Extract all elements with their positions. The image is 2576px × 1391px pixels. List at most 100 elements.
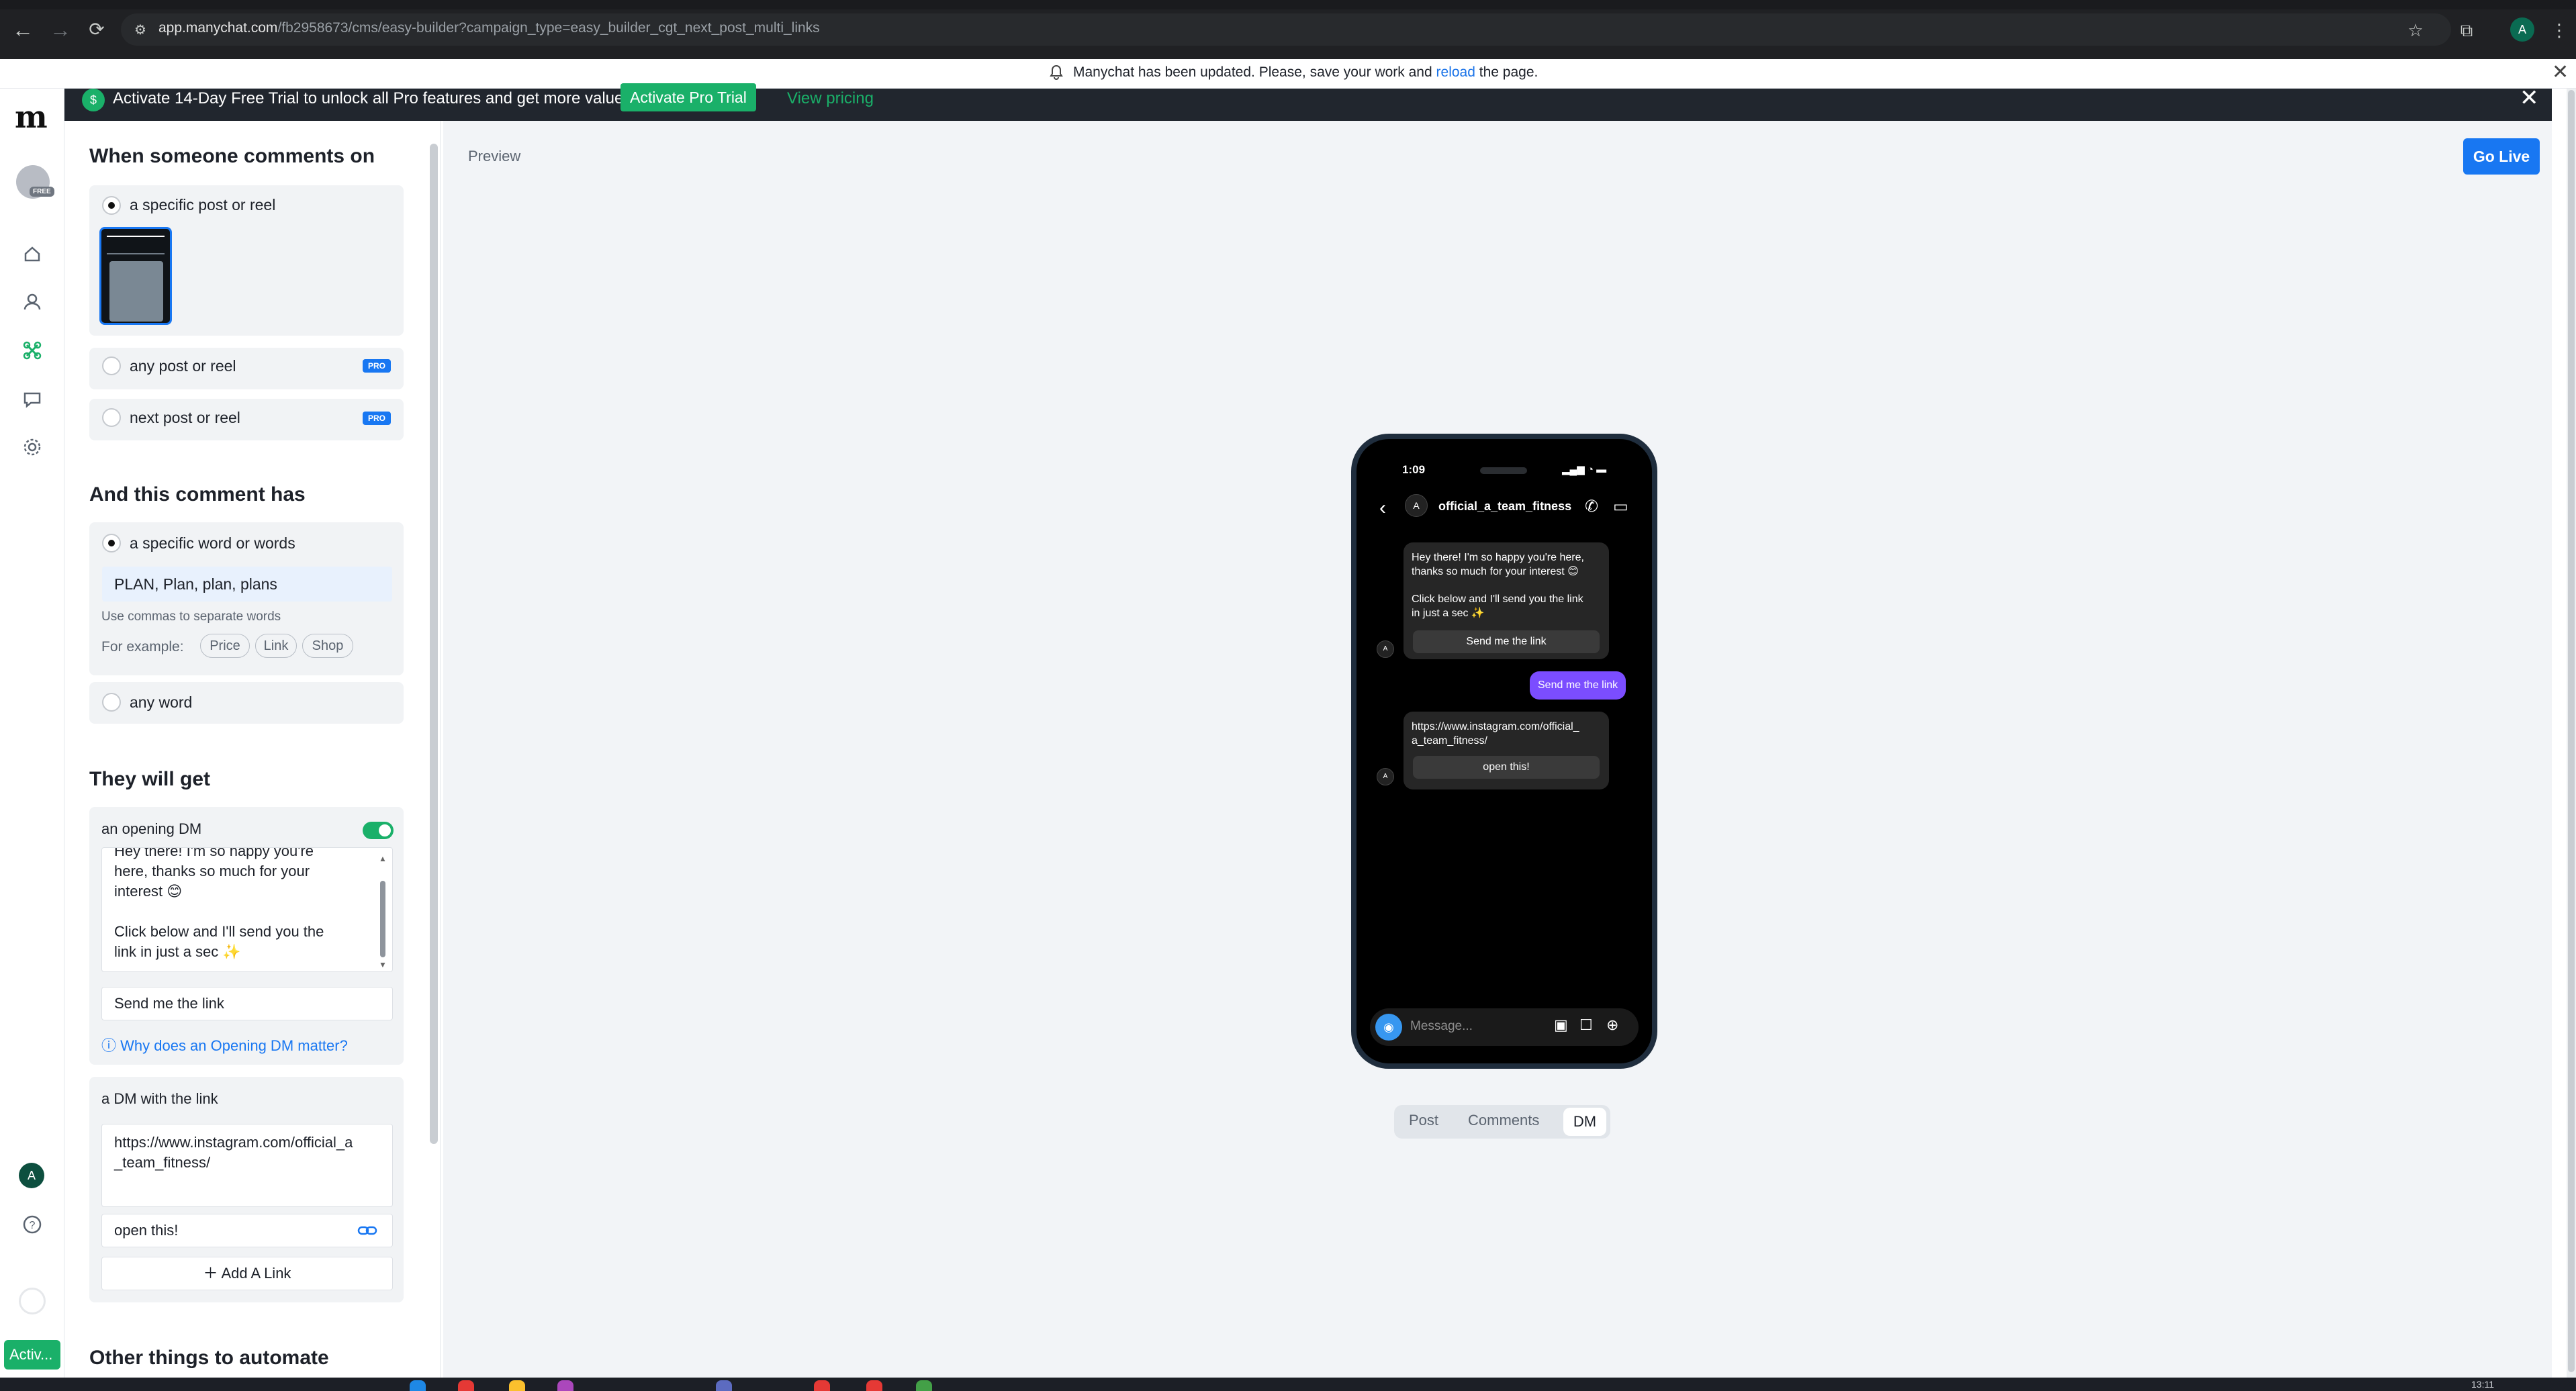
- example-chip[interactable]: Shop: [302, 634, 353, 658]
- tab-post[interactable]: Post: [1409, 1112, 1438, 1129]
- forward-arrow-icon[interactable]: →: [47, 17, 74, 42]
- opening-dm-line: interest 😊: [114, 883, 183, 900]
- link-dm-message[interactable]: https://www.instagram.com/official_a _te…: [101, 1124, 393, 1207]
- bell-icon: [1050, 64, 1063, 80]
- url-path: /fb2958673/cms/easy-builder?campaign_typ…: [277, 20, 820, 36]
- message-placeholder: Message...: [1410, 1019, 1473, 1033]
- other-automations-heading: Other things to automate: [89, 1347, 329, 1369]
- activate-pro-trial-button[interactable]: Activate Pro Trial: [620, 83, 756, 111]
- radio-any-word[interactable]: [102, 693, 121, 712]
- radio-any-post[interactable]: [102, 356, 121, 375]
- camera-icon: ◉: [1375, 1014, 1402, 1041]
- opening-dm-line: Hey there! I'm so happy you're: [114, 847, 314, 859]
- panel-scrollbar[interactable]: [430, 144, 438, 1144]
- user-reply-bubble: Send me the link: [1530, 671, 1626, 700]
- svg-text:?: ?: [30, 1220, 36, 1231]
- view-pricing-link[interactable]: View pricing: [787, 89, 874, 108]
- address-bar-text[interactable]: app.manychat.com/fb2958673/cms/easy-buil…: [158, 20, 820, 36]
- free-plan-badge: FREE: [30, 187, 54, 197]
- opening-button-field[interactable]: Send me the link: [101, 987, 393, 1020]
- scroll-up-icon[interactable]: ▲: [379, 854, 387, 863]
- example-chip[interactable]: Price: [200, 634, 250, 658]
- taskbar-app-icon[interactable]: [916, 1380, 932, 1391]
- help-icon[interactable]: ?: [19, 1211, 46, 1238]
- opening-dm-label: an opening DM: [101, 820, 202, 837]
- extensions-icon[interactable]: ⧉: [2454, 17, 2479, 43]
- contacts-icon[interactable]: [19, 289, 46, 316]
- pro-badge: PRO: [363, 359, 391, 373]
- taskbar-app-icon[interactable]: [557, 1380, 573, 1391]
- browser-profile-avatar[interactable]: A: [2510, 17, 2534, 42]
- dm-line: a_team_fitness/: [1412, 735, 1487, 747]
- example-chip[interactable]: Link: [255, 634, 297, 658]
- activate-button[interactable]: Activ...: [4, 1340, 60, 1370]
- option-any-word-label: any word: [130, 693, 193, 711]
- taskbar-clock: 13:11: [2471, 1379, 2494, 1390]
- taskbar-app-icon[interactable]: [458, 1380, 474, 1391]
- radio-specific-post[interactable]: [102, 196, 121, 215]
- why-opening-dm-link[interactable]: ⓘ Why does an Opening DM matter?: [101, 1034, 348, 1055]
- tab-comments[interactable]: Comments: [1468, 1112, 1539, 1129]
- message-avatar: A: [1377, 768, 1394, 785]
- site-info-icon[interactable]: ⚙: [128, 17, 153, 43]
- add-link-button[interactable]: ＋ Add A Link: [101, 1257, 393, 1290]
- option-specific-word-label: a specific word or words: [130, 534, 295, 552]
- video-call-icon: ▭: [1613, 497, 1628, 516]
- keywords-input[interactable]: PLAN, Plan, plan, plans: [102, 567, 392, 602]
- tab-dm[interactable]: DM: [1563, 1108, 1606, 1136]
- dollar-icon: $: [82, 89, 105, 111]
- comment-heading: And this comment has: [89, 483, 306, 506]
- link-dm-line: https://www.instagram.com/official_a: [114, 1134, 353, 1151]
- taskbar-app-icon[interactable]: [814, 1380, 830, 1391]
- preview-label: Preview: [468, 148, 521, 164]
- browser-menu-icon[interactable]: ⋮: [2546, 17, 2572, 43]
- workspace-avatar[interactable]: A: [19, 1163, 44, 1188]
- signal-wifi-battery-icon: ▂▄▆ ◔ ▬: [1562, 464, 1607, 475]
- automation-icon[interactable]: [19, 337, 46, 364]
- opening-dm-message[interactable]: Hey there! I'm so happy you're here, tha…: [101, 847, 393, 972]
- chat-icon[interactable]: [19, 385, 46, 412]
- pro-badge: PRO: [363, 412, 391, 425]
- reload-icon[interactable]: ⟳: [83, 17, 110, 42]
- message-avatar: A: [1377, 640, 1394, 658]
- radio-specific-word[interactable]: [102, 534, 121, 553]
- taskbar-app-icon[interactable]: [716, 1380, 732, 1391]
- sticker-icon: ☐: [1579, 1016, 1593, 1033]
- message-scrollbar[interactable]: [380, 881, 385, 957]
- manychat-logo[interactable]: m: [15, 101, 50, 132]
- scroll-down-icon[interactable]: ▼: [379, 960, 387, 969]
- option-any-post-label: any post or reel: [130, 357, 236, 375]
- taskbar-app-icon[interactable]: [509, 1380, 525, 1391]
- trigger-heading: When someone comments on: [89, 145, 375, 167]
- dm-line: Hey there! I'm so happy you're here,: [1412, 552, 1584, 563]
- link-icon[interactable]: [357, 1223, 377, 1238]
- example-label: For example:: [101, 639, 184, 655]
- settings-gear-icon[interactable]: [19, 434, 46, 461]
- opening-dm-toggle[interactable]: [363, 822, 394, 839]
- thumbnail-person-image: [109, 261, 163, 322]
- taskbar-app-icon[interactable]: [410, 1380, 426, 1391]
- back-arrow-icon[interactable]: ←: [9, 17, 36, 42]
- update-text-before: Manychat has been updated. Please, save …: [1073, 64, 1432, 80]
- dm-line: https://www.instagram.com/official_: [1412, 721, 1579, 732]
- page-scrollbar[interactable]: [2568, 90, 2575, 1372]
- close-trial-banner-icon[interactable]: ✕: [2520, 85, 2539, 111]
- radio-next-post[interactable]: [102, 408, 121, 427]
- option-specific-post-label: a specific post or reel: [130, 196, 276, 213]
- close-icon[interactable]: ✕: [2552, 60, 2569, 84]
- link-button-field[interactable]: open this!: [101, 1214, 393, 1247]
- why-opening-dm-text: Why does an Opening DM matter?: [120, 1037, 348, 1054]
- home-icon[interactable]: [19, 240, 46, 267]
- go-live-button[interactable]: Go Live: [2463, 138, 2540, 175]
- bookmark-star-icon[interactable]: ☆: [2403, 17, 2428, 43]
- taskbar-app-icon[interactable]: [866, 1380, 882, 1391]
- post-thumbnail[interactable]: [99, 227, 172, 325]
- option-next-post-label: next post or reel: [130, 409, 240, 426]
- trial-message: Activate 14-Day Free Trial to unlock all…: [113, 89, 624, 107]
- dm-line: thanks so much for your interest 😊: [1412, 566, 1579, 577]
- reload-link[interactable]: reload: [1436, 64, 1475, 80]
- url-host: app.manychat.com: [158, 20, 278, 36]
- ig-account-name: official_a_team_fitness: [1438, 499, 1572, 513]
- phone-call-icon: ✆: [1585, 497, 1599, 516]
- phone-time: 1:09: [1402, 463, 1426, 476]
